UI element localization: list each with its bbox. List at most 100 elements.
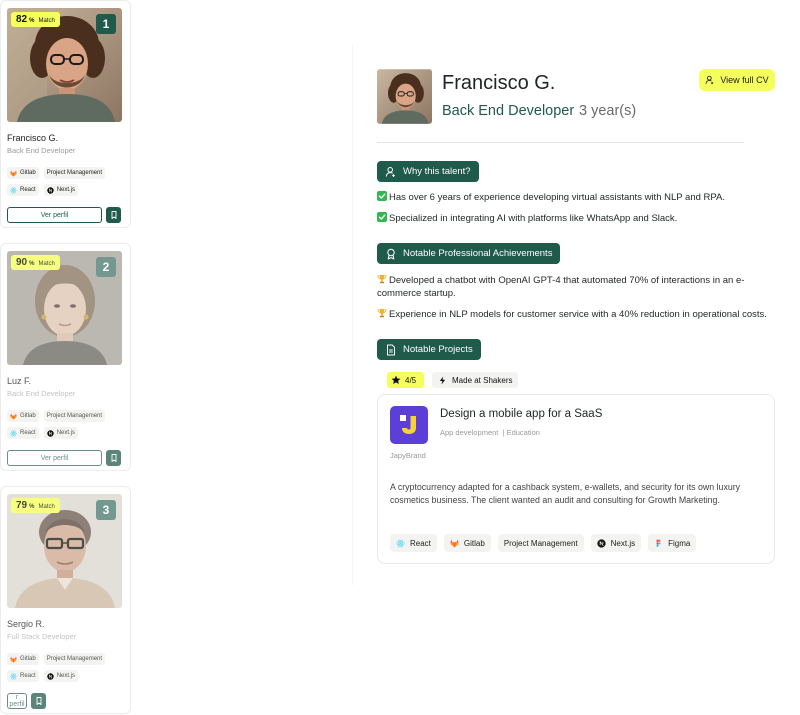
- skill-label: Project Management: [46, 170, 103, 176]
- tag-label: Project Management: [503, 538, 578, 548]
- bookmark-button[interactable]: [106, 207, 121, 223]
- user-plus-icon: [385, 166, 397, 178]
- made-at-label: Made at Shakers: [452, 375, 513, 385]
- bookmark-icon: [109, 210, 119, 220]
- skill-chip-gitlab: Gitlab: [7, 653, 39, 665]
- candidate-card-sergio[interactable]: 79% Match 3 Sergio R. Full Stack Develope…: [0, 486, 131, 714]
- skill-chip-nextjs: Next.js: [43, 184, 79, 196]
- bookmark-button[interactable]: [106, 450, 121, 466]
- achievements-heading: Notable Professional Achievements: [377, 243, 561, 264]
- nextjs-icon: [47, 187, 54, 194]
- skill-chip-project-management: Project Management: [43, 167, 106, 179]
- nextjs-icon: [47, 430, 54, 437]
- project-tag-figma: Figma: [648, 534, 697, 552]
- match-label: Match: [38, 261, 55, 267]
- gitlab-icon: [450, 539, 459, 548]
- skill-chip-react: React: [7, 670, 39, 682]
- skill-label: Gitlab: [20, 170, 36, 176]
- skill-label: Gitlab: [20, 656, 36, 662]
- candidate-role: Full Stack Developer: [7, 632, 77, 641]
- why-talent-title: Why this talent?: [403, 166, 471, 177]
- match-badge: 79% Match: [11, 498, 60, 513]
- tag-label: Next.js: [610, 538, 636, 548]
- skill-chip-project-management: Project Management: [43, 410, 106, 422]
- project-category: App development: [440, 428, 499, 437]
- project-tag-gitlab: Gitlab: [443, 534, 491, 552]
- rating-value: 4/5: [405, 375, 417, 385]
- tag-label: Gitlab: [463, 538, 485, 548]
- trophy-icon: [377, 274, 387, 284]
- candidate-card-luz[interactable]: 90% Match 2 Luz F. Back End Developer Git…: [0, 243, 131, 471]
- why-point-text: Has over 6 years of experience developin…: [389, 192, 726, 203]
- skill-chip-gitlab: Gitlab: [7, 167, 39, 179]
- bolt-icon: [438, 376, 447, 385]
- react-icon: [10, 187, 17, 194]
- skill-chip-react: React: [7, 427, 39, 439]
- skill-chip-nextjs: Next.js: [43, 427, 79, 439]
- bookmark-button[interactable]: [31, 693, 46, 709]
- star-icon: [391, 375, 401, 385]
- profile-experience: 3 year(s): [579, 103, 637, 119]
- project-tag-nextjs: Next.js: [590, 534, 642, 552]
- achievement-text: Developed a chatbot with OpenAI GPT-4 th…: [377, 275, 745, 299]
- react-icon: [10, 673, 17, 680]
- check-icon: [377, 212, 387, 222]
- projects-title: Notable Projects: [403, 344, 473, 355]
- profile-role: Back End Developer: [442, 103, 575, 119]
- achievements-title: Notable Professional Achievements: [403, 248, 553, 259]
- view-full-cv-button[interactable]: View full CV: [699, 69, 775, 91]
- projects-heading: Notable Projects: [377, 339, 481, 360]
- react-icon: [396, 539, 405, 548]
- match-score: 90: [16, 257, 28, 268]
- document-icon: [385, 344, 397, 356]
- skill-label: React: [20, 187, 36, 193]
- project-brand: JapyBrand: [390, 451, 426, 460]
- gitlab-icon: [10, 656, 17, 663]
- tag-label: Figma: [668, 538, 691, 548]
- project-card[interactable]: Design a mobile app for a SaaS App devel…: [377, 394, 775, 564]
- project-tag-project-management: Project Management: [497, 534, 584, 552]
- project-title: Design a mobile app for a SaaS: [440, 408, 603, 420]
- gitlab-icon: [10, 170, 17, 177]
- user-icon: [705, 75, 715, 85]
- profile-name: Francisco G.: [442, 72, 556, 94]
- check-icon: [377, 191, 387, 201]
- react-icon: [10, 430, 17, 437]
- skill-label: Next.js: [56, 673, 76, 679]
- gitlab-icon: [10, 413, 17, 420]
- candidate-card-francisco[interactable]: 82% Match 1 Francisco G. Back End Develop…: [0, 0, 131, 228]
- match-badge: 82% Match: [11, 12, 60, 27]
- view-profile-button[interactable]: Ver perfil: [7, 207, 102, 223]
- project-categories: App development | Education: [440, 428, 540, 437]
- profile-photo: [377, 69, 432, 124]
- rank-badge: 3: [96, 500, 116, 520]
- made-at-shakers-badge: Made at Shakers: [432, 372, 519, 388]
- skills-list: Gitlab Project Management React Next.js: [7, 653, 122, 682]
- skill-chip-react: React: [7, 184, 39, 196]
- why-talent-heading: Why this talent?: [377, 161, 479, 182]
- candidate-role: Back End Developer: [7, 389, 76, 398]
- view-profile-button[interactable]: r perfil: [7, 693, 27, 709]
- rating-badge: 4/5: [387, 372, 424, 388]
- candidate-role: Back End Developer: [7, 146, 76, 155]
- match-unit: %: [29, 504, 35, 510]
- view-profile-button[interactable]: Ver perfil: [7, 450, 102, 466]
- candidate-photo-luz: 90% Match 2: [7, 251, 122, 365]
- match-score: 79: [16, 500, 28, 511]
- view-full-cv-label: View full CV: [720, 75, 769, 85]
- skill-label: Next.js: [56, 430, 76, 436]
- why-point: Specialized in integrating AI with platf…: [377, 212, 775, 225]
- bookmark-icon: [34, 696, 44, 706]
- project-tag-react: React: [390, 534, 437, 552]
- achievement-item: Developed a chatbot with OpenAI GPT-4 th…: [377, 274, 775, 300]
- achievement-text: Experience in NLP models for customer se…: [389, 309, 767, 320]
- skill-chip-gitlab: Gitlab: [7, 410, 39, 422]
- tag-label: React: [410, 538, 431, 548]
- project-tags: React Gitlab Project Management Next.js …: [390, 534, 697, 552]
- why-point: Has over 6 years of experience developin…: [377, 191, 775, 204]
- match-label: Match: [38, 18, 55, 24]
- bookmark-icon: [109, 453, 119, 463]
- project-category-secondary: | Education: [502, 428, 540, 437]
- nextjs-icon: [597, 539, 606, 548]
- match-unit: %: [29, 261, 35, 267]
